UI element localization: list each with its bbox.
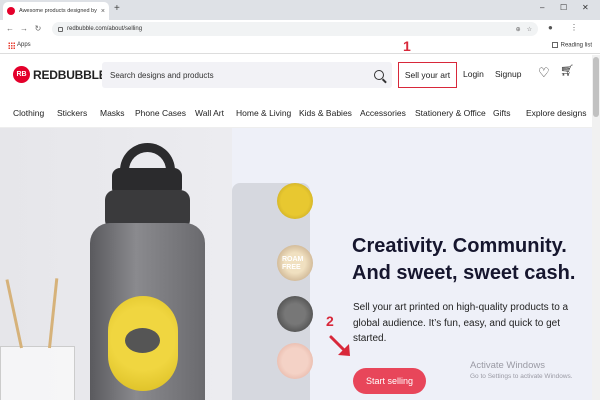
lock-icon — [58, 26, 63, 32]
browser-toolbar: ← → ↻ redbubble.com/about/selling ⊕ ☆ ● … — [0, 20, 600, 38]
close-tab-icon[interactable]: × — [101, 8, 105, 15]
sticker-disc-lettering: ROAM FREE — [282, 256, 304, 271]
minimize-icon[interactable]: – — [540, 3, 544, 12]
hero-section: ROAM FREE Creativity. Community. And swee… — [0, 128, 600, 400]
back-icon[interactable]: ← — [4, 24, 16, 33]
hero-headline-line1: Creativity. Community. — [352, 235, 567, 257]
annotation-arrow-icon — [329, 335, 350, 356]
annotation-number-1: 1 — [403, 38, 411, 54]
category-clothing[interactable]: Clothing — [13, 108, 44, 118]
hero-headline-line2: And sweet, sweet cash. — [352, 262, 576, 284]
category-phone-cases[interactable]: Phone Cases — [135, 108, 186, 118]
profile-icon[interactable]: ● — [548, 23, 553, 32]
sticker-disc-floral — [277, 343, 313, 379]
page-scrollbar[interactable] — [592, 55, 600, 400]
login-link[interactable]: Login — [463, 69, 484, 79]
category-stickers[interactable]: Stickers — [57, 108, 87, 118]
new-tab-button[interactable]: + — [114, 3, 120, 14]
apps-bookmark[interactable]: Apps — [17, 42, 31, 48]
search-placeholder: Search designs and products — [110, 70, 214, 80]
reading-list-label: Reading list — [560, 42, 592, 49]
category-explore-designs[interactable]: Explore designs — [526, 108, 586, 118]
sticker-animal-image — [125, 328, 160, 353]
category-gifts[interactable]: Gifts — [493, 108, 510, 118]
sticker-disc-yellow — [277, 183, 313, 219]
browser-tab[interactable]: Awesome products designed by × — [3, 2, 109, 20]
sticker-disc-deer — [277, 296, 313, 332]
heart-icon[interactable]: ♡ — [538, 66, 550, 79]
redbubble-favicon-icon — [7, 7, 15, 15]
search-input[interactable]: Search designs and products — [102, 62, 392, 88]
category-masks[interactable]: Masks — [100, 108, 125, 118]
browser-tabstrip: Awesome products designed by × + – ☐ ✕ — [0, 0, 600, 20]
address-bar[interactable]: redbubble.com/about/selling ⊕ ☆ — [52, 22, 538, 36]
redbubble-logo-text[interactable]: REDBUBBLE — [33, 68, 107, 82]
hero-headline: Creativity. Community. And sweet, sweet … — [352, 233, 592, 287]
category-home-living[interactable]: Home & Living — [236, 108, 291, 118]
category-wall-art[interactable]: Wall Art — [195, 108, 224, 118]
maximize-icon[interactable]: ☐ — [560, 3, 567, 12]
menu-dots-icon[interactable]: ⋮ — [570, 23, 578, 32]
apps-grid-icon[interactable] — [8, 42, 15, 49]
activate-windows-subtitle: Go to Settings to activate Windows. — [470, 373, 573, 380]
signup-link[interactable]: Signup — [495, 69, 521, 79]
category-nav: Clothing Stickers Masks Phone Cases Wall… — [0, 98, 600, 128]
window-close-icon[interactable]: ✕ — [582, 3, 589, 12]
category-accessories[interactable]: Accessories — [360, 108, 406, 118]
reading-list-icon — [551, 42, 558, 48]
bookmark-star-icon[interactable]: ☆ — [527, 26, 532, 33]
bookmarks-bar: Apps Reading list — [0, 38, 600, 54]
reload-icon[interactable]: ↻ — [32, 24, 44, 33]
category-kids-babies[interactable]: Kids & Babies — [299, 108, 352, 118]
install-icon[interactable]: ⊕ — [516, 26, 521, 33]
hero-subtext: Sell your art printed on high-quality pr… — [353, 302, 569, 344]
sell-your-art-button[interactable]: Sell your art — [398, 62, 457, 88]
url-text[interactable]: redbubble.com/about/selling — [67, 26, 510, 32]
category-stationery-office[interactable]: Stationery & Office — [415, 108, 486, 118]
cart-icon[interactable]: 🛒︎ — [560, 66, 574, 77]
reading-list-button[interactable]: Reading list — [551, 42, 592, 49]
start-selling-button[interactable]: Start selling — [353, 368, 426, 394]
forward-icon[interactable]: → — [18, 24, 30, 33]
activate-windows-title: Activate Windows — [470, 360, 545, 371]
search-icon[interactable] — [374, 70, 384, 80]
scrollbar-thumb[interactable] — [593, 57, 599, 117]
redbubble-logo-icon[interactable]: RB — [13, 66, 30, 83]
site-header: RB REDBUBBLE Search designs and products… — [0, 55, 600, 95]
pencil-cup-image — [0, 346, 75, 400]
annotation-number-2: 2 — [326, 313, 334, 329]
tab-title: Awesome products designed by — [19, 8, 97, 14]
